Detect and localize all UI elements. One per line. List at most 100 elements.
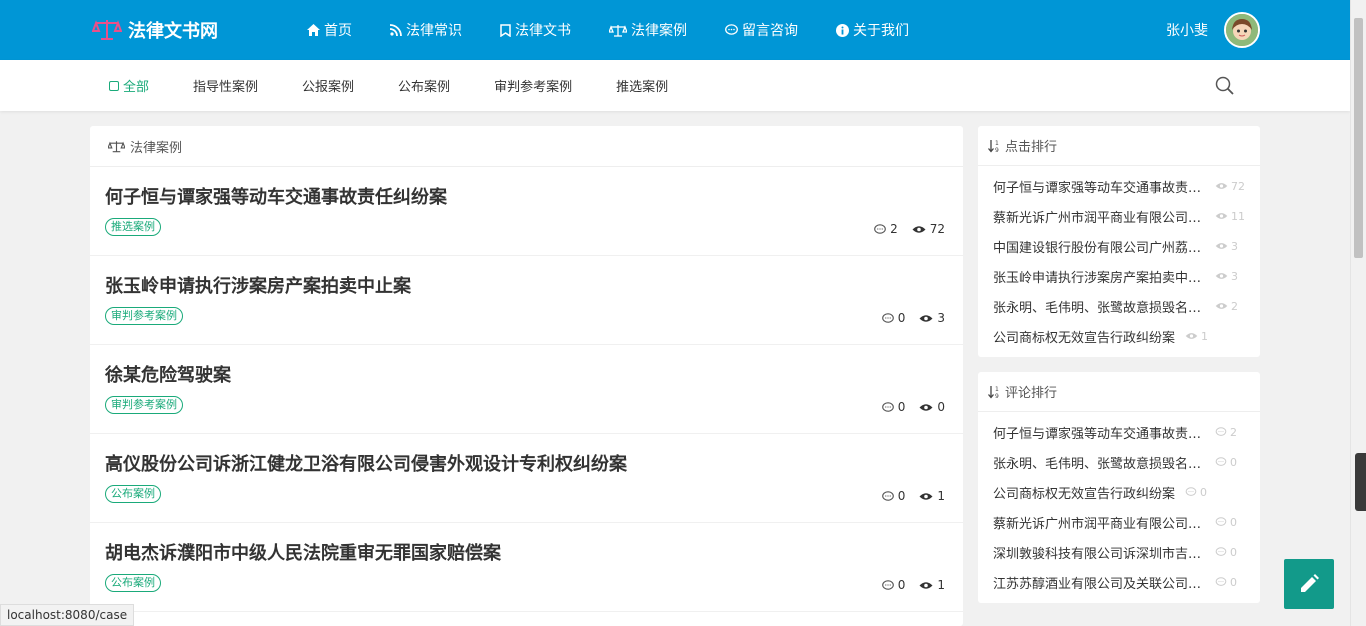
comment-count: 0 [1215, 516, 1237, 529]
nav-home[interactable]: 首页 [307, 20, 352, 40]
top-navbar: 法律文书网 首页 法律常识 法律文书 法律案例 留言咨询 关于我们 张小斐 [0, 0, 1350, 60]
article-title[interactable]: 何子恒与谭家强等动车交通事故责任纠纷案 [105, 183, 447, 209]
view-count: 72 [912, 222, 945, 236]
svg-text:9: 9 [995, 147, 999, 153]
list-item[interactable]: 蔡新光诉广州市润平商业有限公司侵害植物新品种权纠纷案 11 [978, 201, 1260, 231]
eye-icon [912, 225, 926, 234]
view-count: 3 [919, 311, 945, 325]
count-value: 0 [1230, 575, 1237, 589]
list-item[interactable]: 公司商标权无效宣告行政纠纷案 1 [978, 321, 1260, 351]
count-value: 2 [1230, 425, 1237, 439]
comment-count: 0 [1215, 576, 1237, 589]
nav-about[interactable]: 关于我们 [836, 20, 909, 40]
nav-law-knowledge[interactable]: 法律常识 [390, 20, 462, 40]
comment-count-value: 0 [897, 578, 906, 592]
panel-header: 法律案例 [90, 126, 963, 167]
item-title: 中国建设银行股份有限公司广州荔湾支行诉广东蓝粤能源发展有限公司等信用证开证纠纷案 [993, 240, 1205, 256]
eye-icon [1215, 212, 1228, 220]
item-title: 深圳敦骏科技有限公司诉深圳市吉祥腾达科技有限公司等侵害发明专利权纠纷案 [993, 546, 1205, 562]
click-rank-panel: 19 点击排行 何子恒与谭家强等动车交通事故责任纠纷案72 蔡新光诉广州市润平商… [978, 126, 1260, 357]
item-title: 蔡新光诉广州市润平商业有限公司侵害植物新品种权纠纷案 [993, 516, 1205, 532]
chat-icon [725, 24, 738, 36]
article-title[interactable]: 高仪股份公司诉浙江健龙卫浴有限公司侵害外观设计专利权纠纷案 [105, 450, 627, 476]
view-count-value: 72 [929, 222, 945, 236]
rss-icon [390, 24, 402, 36]
nav-law-documents[interactable]: 法律文书 [500, 20, 571, 40]
nav-consult[interactable]: 留言咨询 [725, 20, 798, 40]
page-scrollbar[interactable] [1350, 0, 1366, 626]
list-item: 何子恒与谭家强等动车交通事故责任纠纷案 推选案例 2 72 [90, 167, 963, 256]
panel-header: 19 评论排行 [978, 372, 1260, 412]
category-tag[interactable]: 审判参考案例 [105, 396, 183, 414]
list-item[interactable]: 张永明、毛伟明、张鹭故意损毁名胜古迹案 0 [978, 447, 1260, 477]
user-menu[interactable]: 张小斐 [1166, 12, 1260, 48]
comment-count-value: 0 [897, 489, 906, 503]
tab-published-cases[interactable]: 公布案例 [398, 76, 450, 95]
eye-icon [919, 581, 933, 590]
category-tag[interactable]: 公布案例 [105, 485, 161, 503]
comment-icon [1185, 487, 1197, 497]
edit-button[interactable] [1284, 559, 1334, 609]
scale-icon [108, 140, 125, 153]
search-icon[interactable] [1214, 75, 1236, 97]
comment-count: 0 [1215, 546, 1237, 559]
tab-guiding-cases[interactable]: 指导性案例 [193, 76, 258, 95]
category-bar: 全部 指导性案例 公报案例 公布案例 审判参考案例 推选案例 [0, 60, 1350, 111]
nav-law-cases[interactable]: 法律案例 [609, 20, 687, 40]
panel-title: 评论排行 [1005, 386, 1058, 401]
category-tag[interactable]: 公布案例 [105, 574, 161, 592]
tab-all[interactable]: 全部 [109, 76, 149, 95]
tab-label: 推选案例 [616, 80, 669, 95]
comment-icon [881, 579, 894, 591]
count-value: 3 [1231, 239, 1238, 253]
article-title[interactable]: 张玉岭申请执行涉案房产案拍卖中止案 [105, 272, 411, 298]
list-item[interactable]: 公司商标权无效宣告行政纠纷案 0 [978, 477, 1260, 507]
view-count: 3 [1215, 270, 1238, 283]
case-list-panel: 法律案例 何子恒与谭家强等动车交通事故责任纠纷案 推选案例 2 72 张玉岭申请… [90, 126, 963, 626]
nav-label: 法律常识 [406, 23, 462, 39]
list-item[interactable]: 张玉岭申请执行涉案房产案拍卖中止案 3 [978, 261, 1260, 291]
list-item: 胡电杰诉濮阳市中级人民法院重审无罪国家赔偿案 公布案例 0 1 [90, 523, 963, 612]
view-count: 11 [1215, 210, 1245, 223]
category-tag[interactable]: 推选案例 [105, 218, 161, 236]
eye-icon [1215, 242, 1228, 250]
nav-label: 关于我们 [853, 23, 909, 39]
scrollbar-thumb[interactable] [1354, 18, 1363, 258]
category-tag[interactable]: 审判参考案例 [105, 307, 183, 325]
tab-label: 公布案例 [398, 80, 451, 95]
comment-icon [1215, 427, 1227, 437]
view-count: 0 [919, 400, 945, 414]
tab-trial-reference-cases[interactable]: 审判参考案例 [494, 76, 572, 95]
article-stats: 0 3 [868, 311, 945, 325]
article-title[interactable]: 徐某危险驾驶案 [105, 361, 231, 387]
panel-title: 点击排行 [1005, 140, 1058, 155]
list-item[interactable]: 何子恒与谭家强等动车交通事故责任纠纷案 72 [978, 171, 1260, 201]
list-item[interactable]: 江苏苏醇酒业有限公司及关联公司实质合并破产重整案 0 [978, 567, 1260, 597]
view-count-value: 1 [937, 489, 945, 503]
view-count-value: 0 [937, 400, 945, 414]
comment-rank-panel: 19 评论排行 何子恒与谭家强等动车交通事故责任纠纷案 2 张永明、毛伟明、张鹭故… [978, 372, 1260, 603]
tab-gazette-cases[interactable]: 公报案例 [302, 76, 354, 95]
list-item: 张玉岭申请执行涉案房产案拍卖中止案 审判参考案例 0 3 [90, 256, 963, 345]
comment-count: 0 [1215, 456, 1237, 469]
list-item[interactable]: 深圳敦骏科技有限公司诉深圳市吉祥腾达科技有限公司等侵害发明专利权纠纷案 0 [978, 537, 1260, 567]
comment-count-value: 0 [897, 400, 906, 414]
avatar[interactable] [1224, 12, 1260, 48]
item-title: 公司商标权无效宣告行政纠纷案 [993, 330, 1176, 346]
count-value: 0 [1230, 515, 1237, 529]
list-item[interactable]: 张永明、毛伟明、张鹭故意损毁名胜古迹案 2 [978, 291, 1260, 321]
list-item[interactable]: 何子恒与谭家强等动车交通事故责任纠纷案 2 [978, 417, 1260, 447]
list-item[interactable]: 蔡新光诉广州市润平商业有限公司侵害植物新品种权纠纷案 0 [978, 507, 1260, 537]
side-widget-handle[interactable] [1355, 453, 1366, 511]
count-value: 0 [1230, 545, 1237, 559]
item-title: 何子恒与谭家强等动车交通事故责任纠纷案 [993, 426, 1205, 442]
comment-icon [874, 223, 886, 235]
view-count-value: 1 [937, 578, 945, 592]
article-title[interactable]: 胡电杰诉濮阳市中级人民法院重审无罪国家赔偿案 [105, 539, 501, 565]
list-item[interactable]: 中国建设银行股份有限公司广州荔湾支行诉广东蓝粤能源发展有限公司等信用证开证纠纷案… [978, 231, 1260, 261]
tab-selected-cases[interactable]: 推选案例 [616, 76, 668, 95]
site-logo[interactable]: 法律文书网 [92, 16, 218, 44]
nav-label: 法律案例 [631, 23, 687, 39]
svg-text:1: 1 [995, 140, 999, 147]
sort-icon: 19 [988, 139, 1002, 153]
